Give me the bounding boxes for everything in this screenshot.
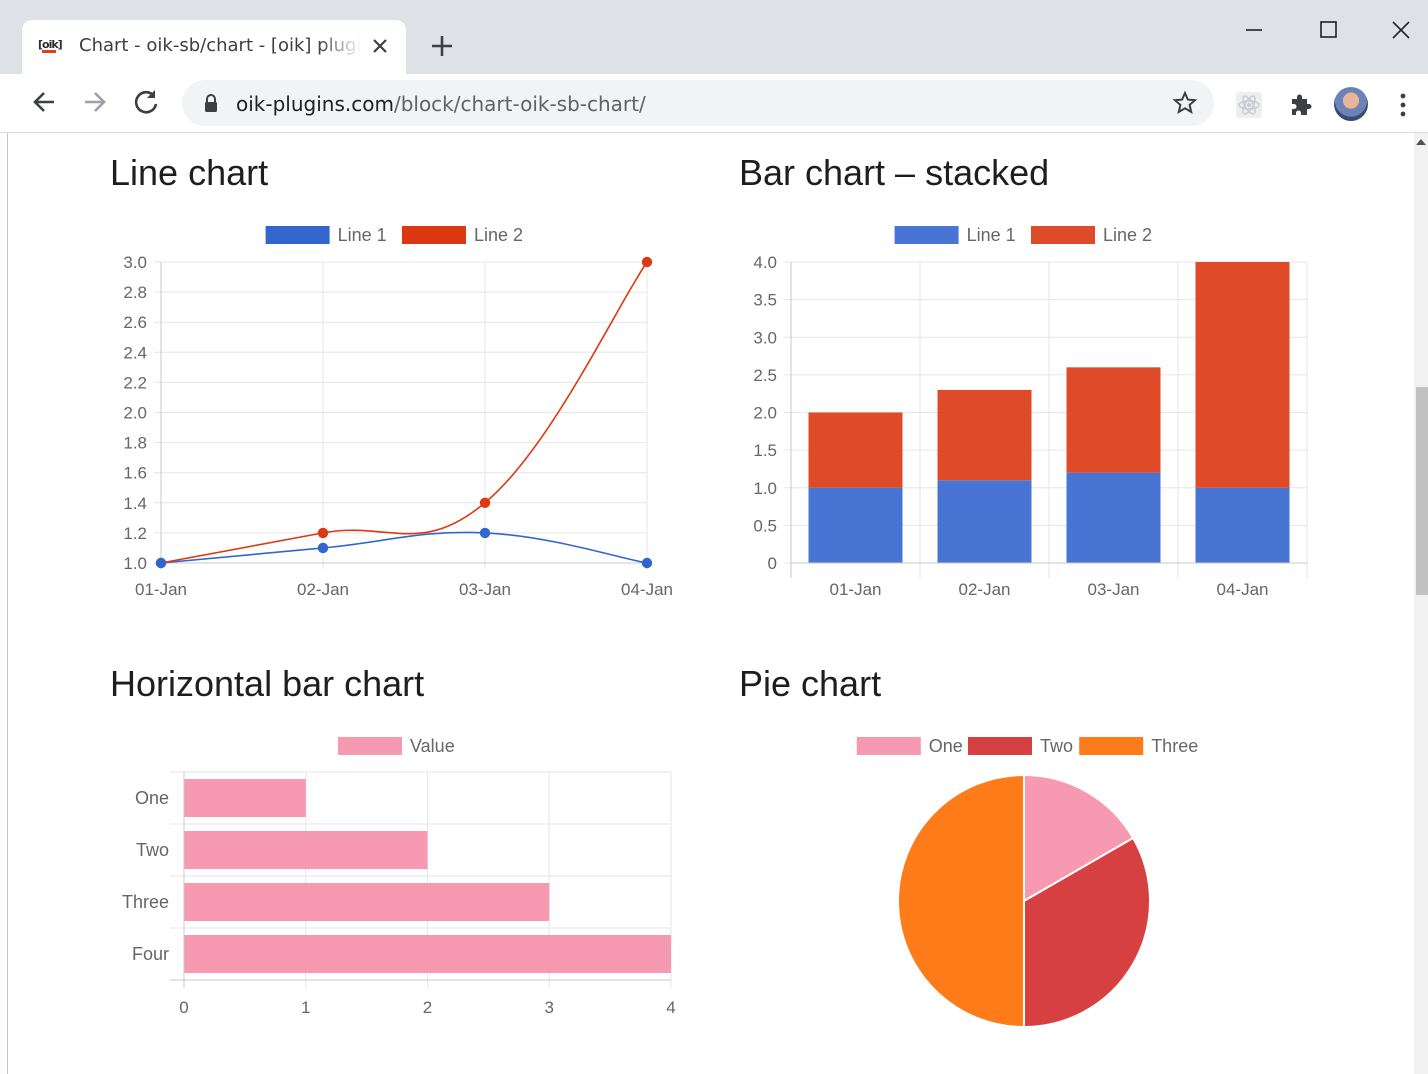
stacked-bar-segment-2 bbox=[1066, 367, 1161, 473]
hbar bbox=[184, 831, 428, 869]
y-tick-label: 2.8 bbox=[123, 283, 147, 302]
page-scrollbar[interactable] bbox=[1414, 133, 1428, 1074]
y-tick-label: 3.0 bbox=[753, 328, 777, 347]
data-point bbox=[317, 542, 329, 554]
legend-swatch bbox=[338, 737, 402, 755]
y-tick-label: Four bbox=[132, 944, 169, 964]
scroll-thumb[interactable] bbox=[1416, 387, 1428, 595]
legend-label: Three bbox=[1151, 736, 1198, 756]
x-tick-label: 01-Jan bbox=[135, 580, 187, 599]
x-tick-label: 0 bbox=[179, 998, 188, 1017]
x-tick-label: 02-Jan bbox=[297, 580, 349, 599]
x-tick-label: 2 bbox=[423, 998, 432, 1017]
legend-label: Line 2 bbox=[474, 225, 523, 245]
hbar bbox=[184, 935, 671, 973]
y-tick-label: 1.8 bbox=[123, 434, 147, 453]
legend-label: Two bbox=[1040, 736, 1073, 756]
y-tick-label: 4.0 bbox=[753, 253, 777, 272]
pie-chart-heading: Pie chart bbox=[739, 663, 882, 704]
hbar-chart-heading: Horizontal bar chart bbox=[110, 663, 425, 704]
y-tick-label: 2.4 bbox=[123, 343, 147, 362]
y-tick-label: 3.0 bbox=[123, 253, 147, 272]
legend-swatch bbox=[265, 226, 330, 244]
y-tick-label: Three bbox=[122, 892, 169, 912]
stacked-bar-segment-2 bbox=[808, 412, 903, 488]
y-tick-label: 1.4 bbox=[123, 494, 147, 513]
y-tick-label: One bbox=[135, 788, 169, 808]
legend-label: Line 2 bbox=[1103, 225, 1152, 245]
legend-swatch bbox=[1031, 226, 1095, 244]
legend-swatch bbox=[1079, 737, 1144, 755]
x-tick-label: 03-Jan bbox=[459, 580, 511, 599]
legend-label: One bbox=[929, 736, 963, 756]
y-tick-label: 2.5 bbox=[753, 366, 777, 385]
stacked-bar-chart: Line 1 Line 2 4.0 3.5 3.0 2.5 2.0 1.5 1.0 0.5 0 01-… bbox=[753, 225, 1308, 599]
y-tick-label: 0 bbox=[768, 554, 777, 573]
y-tick-label: 1.6 bbox=[123, 464, 147, 483]
y-tick-label: 1.2 bbox=[123, 524, 147, 543]
data-point bbox=[641, 557, 653, 569]
stacked-bar-segment-1 bbox=[1066, 472, 1161, 563]
x-tick-label: 02-Jan bbox=[959, 580, 1011, 599]
stacked-bar-segment-1 bbox=[808, 487, 903, 563]
stacked-bar-segment-2 bbox=[937, 389, 1032, 481]
stacked-bar-segment-2 bbox=[1195, 262, 1290, 488]
legend-swatch bbox=[894, 226, 959, 244]
data-point bbox=[479, 497, 491, 508]
y-tick-label: 2.0 bbox=[753, 404, 777, 423]
x-tick-label: 1 bbox=[301, 998, 310, 1017]
close-window-icon[interactable] bbox=[1382, 14, 1422, 46]
data-point bbox=[155, 557, 167, 569]
stacked-bar-segment-1 bbox=[1195, 487, 1290, 563]
legend-label: Line 1 bbox=[967, 225, 1016, 245]
legend-label: Line 1 bbox=[338, 225, 387, 245]
y-tick-label: Two bbox=[136, 840, 169, 860]
legend-label: Value bbox=[410, 736, 455, 756]
stacked-bar-segment-1 bbox=[937, 480, 1032, 563]
data-point bbox=[479, 527, 491, 539]
scroll-up-arrow-icon[interactable] bbox=[1416, 139, 1426, 145]
y-tick-label: 2.6 bbox=[123, 313, 147, 332]
hbar bbox=[184, 779, 306, 817]
x-tick-label: 04-Jan bbox=[1217, 580, 1269, 599]
y-tick-label: 1.0 bbox=[123, 554, 147, 573]
y-tick-label: 3.5 bbox=[753, 291, 777, 310]
hbar bbox=[184, 883, 550, 921]
legend-swatch bbox=[856, 737, 921, 755]
data-point bbox=[641, 256, 653, 268]
x-tick-label: 03-Jan bbox=[1088, 580, 1140, 599]
x-tick-label: 04-Jan bbox=[621, 580, 673, 599]
y-tick-label: 2.2 bbox=[123, 373, 147, 392]
line-chart: Line 1 Line 2 3.0 2.8 2.6 2.4 2.2 2.0 1.8 1.6 1.4 1… bbox=[123, 225, 673, 599]
legend-swatch bbox=[402, 226, 466, 244]
y-tick-label: 2.0 bbox=[123, 404, 147, 423]
x-tick-label: 4 bbox=[666, 998, 675, 1017]
y-tick-label: 1.5 bbox=[753, 441, 777, 460]
legend-swatch bbox=[968, 737, 1032, 755]
x-tick-label: 01-Jan bbox=[830, 580, 882, 599]
kebab-menu-icon[interactable] bbox=[1398, 92, 1408, 118]
pie-slice bbox=[897, 773, 1025, 1029]
horizontal-bar-chart: Value 0 1 2 3 4 One Two Three Four bbox=[122, 736, 676, 1017]
data-point bbox=[317, 527, 329, 539]
pie-chart: One Two Three bbox=[856, 736, 1198, 1029]
y-tick-label: 1.0 bbox=[753, 479, 777, 498]
series-line-1 bbox=[160, 531, 648, 564]
y-tick-label: 0.5 bbox=[753, 516, 777, 535]
x-tick-label: 3 bbox=[545, 998, 554, 1017]
